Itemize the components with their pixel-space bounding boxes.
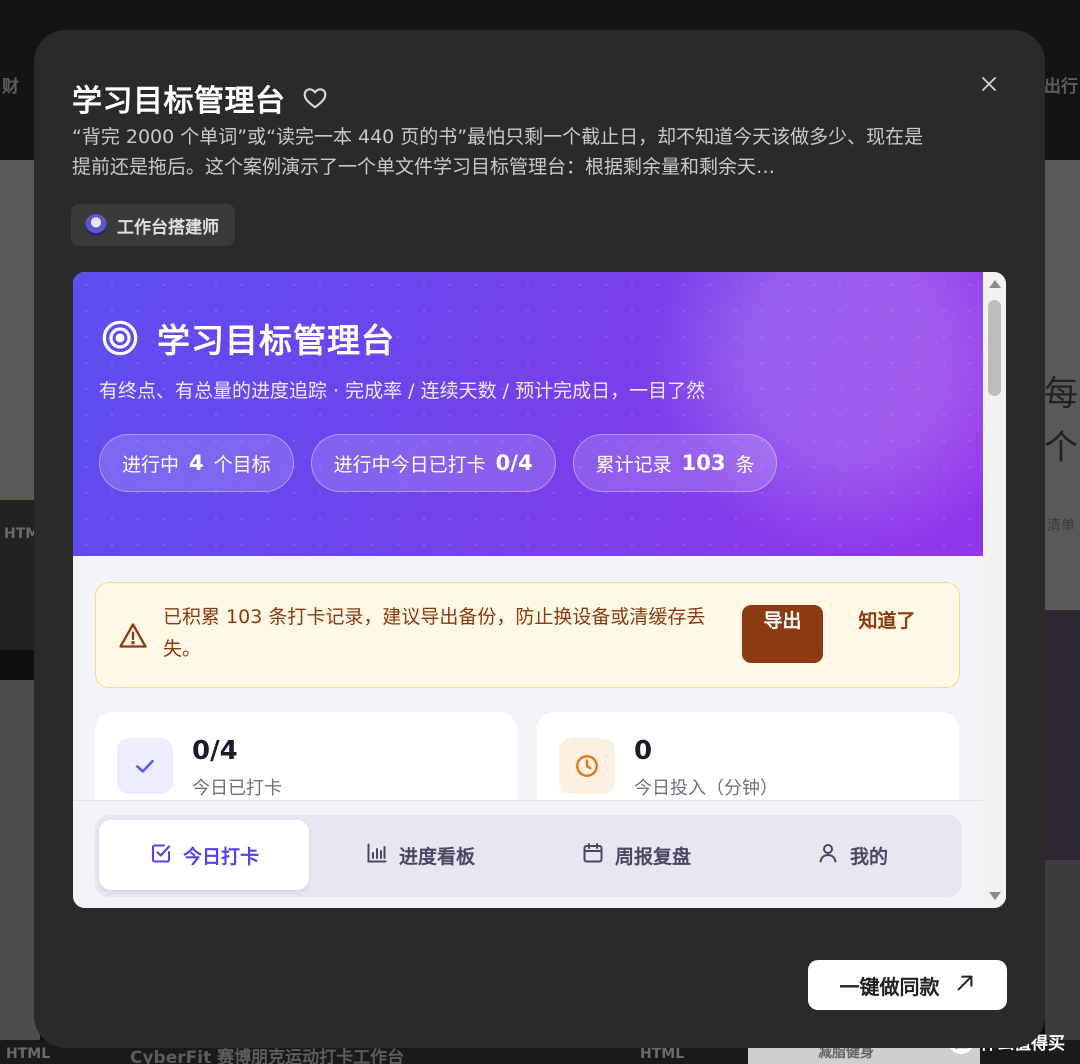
tab-label: 进度看板 [398,845,475,868]
tab-label: 我的 [849,845,888,868]
template-detail-modal: 学习目标管理台 “背完 2000 个单词”或“读完一本 440 页的书”最怕只剩… [34,30,1045,1048]
avatar [85,214,107,236]
app-preview[interactable]: 学习目标管理台 有终点、有总量的进度追踪 · 完成率 / 连续天数 / 预计完成… [73,272,1006,908]
bar-chart-icon [365,841,389,870]
author-name: 工作台搭建师 [117,217,219,238]
use-template-button[interactable]: 一键做同款 [808,960,1007,1010]
chip-suffix: 个目标 [213,453,271,476]
chip-prefix: 进行中 [122,453,180,476]
preview-scrollbar[interactable] [983,272,1006,908]
background-html-badge: HTML [640,1046,685,1062]
warning-icon [118,621,148,651]
scroll-thumb[interactable] [988,300,1001,396]
background-html-badge: HTML [6,1046,51,1062]
app-title: 学习目标管理台 [157,321,395,360]
scroll-down-arrow-icon[interactable] [989,892,1001,900]
background-heading-char: 个 [1044,428,1078,468]
alert-message: 已积累 103 条打卡记录，建议导出备份，防止换设备或清缓存丢失。 [163,606,706,660]
check-icon [117,738,173,794]
stat-value: 0/4 [192,736,238,766]
bottom-navigation: 今日打卡 进度看板 周报复盘 我的 [73,800,983,908]
app-subtitle: 有终点、有总量的进度追踪 · 完成率 / 连续天数 / 预计完成日，一目了然 [99,380,706,402]
author-chip[interactable]: 工作台搭建师 [71,204,235,246]
tab-weekly-review[interactable]: 周报复盘 [531,820,741,890]
cta-label: 一键做同款 [839,974,940,999]
background-card [1045,860,1080,1040]
stat-value: 0 [634,736,653,766]
clock-icon [559,738,615,794]
scroll-up-arrow-icon[interactable] [989,280,1001,288]
chip-value: 103 [681,451,726,475]
export-button[interactable]: 导出 [742,605,823,663]
summary-chip-total-records: 累计记录 103 条 [572,434,778,492]
background-nav-item: 财 [2,77,19,97]
app-hero: 学习目标管理台 有终点、有总量的进度追踪 · 完成率 / 连续天数 / 预计完成… [73,272,983,556]
tab-progress-board[interactable]: 进度看板 [315,820,525,890]
tab-today-checkin[interactable]: 今日打卡 [99,820,309,890]
user-icon [816,841,840,870]
summary-chips: 进行中 4 个目标 进行中今日已打卡 0/4 累计记录 103 条 [99,434,778,492]
calendar-icon [581,841,605,870]
background-nav-item: 出行 [1044,77,1078,97]
app-title-row: 学习目标管理台 [101,314,395,362]
checkbox-icon [149,841,173,870]
tab-bar: 今日打卡 进度看板 周报复盘 我的 [95,815,962,897]
background-snippet: 清单 [1047,518,1075,534]
modal-description: “背完 2000 个单词”或“读完一本 440 页的书”最怕只剩一个截止日，却不… [72,126,924,178]
background-heading-char: 每 [1044,374,1078,414]
tab-label: 周报复盘 [614,845,691,868]
tab-label: 今日打卡 [182,845,259,868]
modal-title: 学习目标管理台 [72,84,286,119]
background-card [1045,610,1080,860]
stat-label: 今日投入（分钟） [634,778,778,799]
modal-header: 学习目标管理台 [72,76,328,120]
chip-value: 0/4 [495,451,533,475]
chip-prefix: 累计记录 [595,453,672,476]
backup-alert: 已积累 103 条打卡记录，建议导出备份，防止换设备或清缓存丢失。 导出 知道了 [95,582,960,688]
close-icon[interactable] [975,70,1003,98]
heart-icon[interactable] [302,85,328,111]
arrow-up-right-icon [954,972,976,999]
chip-value: 4 [189,451,204,475]
target-icon [101,319,139,357]
summary-chip-active-goals: 进行中 4 个目标 [99,434,294,492]
chip-prefix: 进行中今日已打卡 [333,453,486,476]
dismiss-button[interactable]: 知道了 [856,605,918,663]
tab-profile[interactable]: 我的 [747,820,957,890]
chip-suffix: 条 [735,453,755,476]
summary-chip-checked-today: 进行中今日已打卡 0/4 [310,434,556,492]
stat-label: 今日已打卡 [192,778,282,799]
